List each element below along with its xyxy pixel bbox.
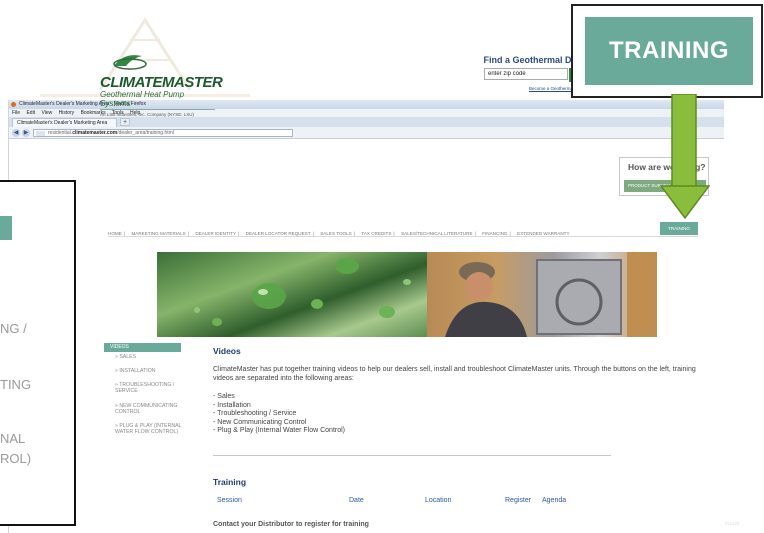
logo-tagline: Geothermal Heat Pump Systems [100,90,215,110]
menu-file[interactable]: File [12,110,20,116]
zip-code-input[interactable] [484,68,568,80]
videos-intro-text: ClimateMaster has put together training … [213,366,696,382]
list-item: - Troubleshooting / Service [213,410,297,418]
sidebar-item-label: INSTALLATION [119,368,156,374]
zoom-text-line: NAL [0,431,26,446]
url-prefix: residential. [48,130,73,136]
browser-tab-bar: ClimateMaster's Dealer's Marketing Area … [9,117,724,127]
sidebar-item-troubleshooting[interactable]: » TROUBLESHOOTING / SERVICE [115,382,193,394]
zoom-text-line: ROL) [0,451,32,466]
contact-distributor-text: Contact your Distributor to register for… [213,521,369,528]
training-heading: Training [213,477,247,487]
content-divider [213,455,611,456]
bullet-icon: » [115,368,118,374]
videos-heading: Videos [213,346,241,356]
logo-corp-text: An LSB Industries, Inc. Company (NYSE: L… [100,112,195,117]
menu-edit[interactable]: Edit [26,110,35,116]
sidebar-item-label: TROUBLESHOOTING / SERVICE [115,382,175,394]
zoom-text-line: TING [0,377,32,392]
climatemaster-logo[interactable]: CLIMATEMASTER Geothermal Heat Pump Syste… [100,52,223,117]
bullet-icon: » [115,354,118,360]
url-domain: climatemaster.com [72,130,118,136]
forward-button[interactable]: ▶ [22,129,30,137]
water-droplets-graphic [194,258,411,326]
col-header-agenda: Agenda [542,497,567,504]
firefox-icon [11,102,16,107]
training-zoom-callout: TRAINING [571,4,763,98]
list-item: - Installation [213,401,251,409]
col-header-location: Location [425,497,452,504]
training-zoom-label: TRAINING [585,17,753,85]
site-nav: HOME | MARKETING MATERIALS | DEALER IDENTI… [108,222,698,236]
hero-banner [157,252,657,337]
col-header-register: Register [505,497,532,504]
url-path: /dealer_area/training.html [117,130,174,136]
list-item: - New Communicating Control [213,418,307,426]
list-item: - Sales [213,393,235,400]
sidebar-zoom-callout: NG / TING NAL ROL) [0,180,76,526]
nav-divider [108,236,698,237]
down-arrow-icon [660,94,710,220]
sidebar-item-new-communicating-control[interactable]: » NEW COMMUNICATING CONTROL [115,403,195,415]
back-button[interactable]: ◀ [12,129,20,137]
banner-leaf-image [157,252,427,337]
sidebar-item-label: NEW COMMUNICATING CONTROL [115,403,178,415]
col-header-session: Session [217,497,242,504]
zoom-text-line: NG / [0,321,27,336]
sidebar-item-label: SALES [119,354,137,360]
new-tab-button[interactable]: + [120,118,130,126]
nav-training[interactable]: TRAINING [660,222,698,235]
menu-view[interactable]: View [41,110,52,116]
video-areas-list: - Sales - Installation - Troubleshooting… [213,393,345,436]
corner-watermark: ▭▭▭ [725,521,740,527]
list-item: - Plug & Play (Internal Water Flow Contr… [213,427,346,435]
logo-globe-icon [113,55,147,70]
logo-name: CLIMATEMASTER [100,74,223,91]
col-header-date: Date [349,497,364,504]
browser-nav-bar: ◀ ▶ residential.climatemaster.com/dealer… [9,127,724,139]
sidebar-item-installation[interactable]: » INSTALLATION [115,368,197,374]
sidebar-item-label: PLUG & PLAY (INTERNAL WATER FLOW CONTROL… [115,423,182,435]
browser-tab[interactable]: ClimateMaster's Dealer's Marketing Area [12,118,117,127]
sidebar-zoom-highlight [0,216,12,240]
menu-history[interactable]: History [59,110,75,116]
technician-graphic [445,252,657,337]
sidebar-header-videos[interactable]: VIDEOS [104,343,181,352]
sidebar-item-sales[interactable]: » SALES [115,354,197,360]
address-bar[interactable]: residential.climatemaster.com/dealer_are… [33,129,293,137]
sidebar-item-plug-and-play[interactable]: » PLUG & PLAY (INTERNAL WATER FLOW CONTR… [115,423,197,435]
banner-technician-image [427,252,657,337]
site-identity-icon[interactable] [36,131,45,136]
